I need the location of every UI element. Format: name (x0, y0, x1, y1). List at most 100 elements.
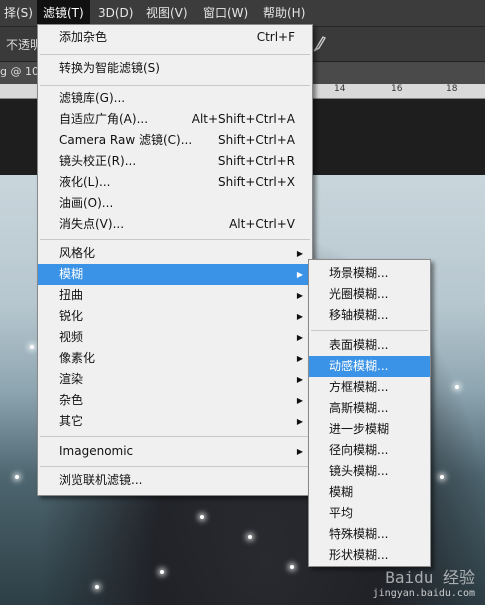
menu-item-shortcut: Ctrl+F (256, 30, 295, 44)
menu-filter[interactable]: 滤镜(T) (37, 0, 90, 26)
menu-item-label: 特殊模糊... (329, 527, 389, 541)
submenu-item-box-blur[interactable]: 方框模糊... (309, 377, 430, 398)
submenu-item-radial-blur[interactable]: 径向模糊... (309, 440, 430, 461)
menu-item-label: 动感模糊... (329, 359, 389, 373)
sparkle (248, 535, 252, 539)
menu-item-label: 场景模糊... (329, 266, 389, 280)
menu-item-stylize[interactable]: 风格化 ▶ (38, 243, 312, 264)
submenu-item-average[interactable]: 平均 (309, 503, 430, 524)
sparkle (160, 570, 164, 574)
menu-item-label: 转换为智能滤镜(S) (59, 61, 160, 75)
menu-3d[interactable]: 3D(D) (92, 0, 139, 26)
menu-item-label: 镜头模糊... (329, 464, 389, 478)
menu-item-label: 自适应广角(A)... (59, 112, 149, 126)
menu-item-label: 模糊 (59, 267, 84, 281)
submenu-item-surface-blur[interactable]: 表面模糊... (309, 335, 430, 356)
ruler-tick: 18 (446, 84, 458, 94)
sparkle (455, 385, 459, 389)
menu-item-filter-gallery[interactable]: 滤镜库(G)... (38, 88, 312, 109)
submenu-item-blur-more[interactable]: 进一步模糊 (309, 419, 430, 440)
submenu-item-tilt-shift[interactable]: 移轴模糊... (309, 305, 430, 326)
submenu-item-gaussian-blur[interactable]: 高斯模糊... (309, 398, 430, 419)
menu-separator (40, 239, 310, 240)
menu-bar: 择(S) 滤镜(T) 3D(D) 视图(V) 窗口(W) 帮助(H) (0, 0, 485, 27)
menu-item-liquify[interactable]: 液化(L)... Shift+Ctrl+X (38, 172, 312, 193)
menu-separator (40, 466, 310, 467)
menu-item-other[interactable]: 其它 ▶ (38, 411, 312, 432)
blur-submenu: 场景模糊... 光圈模糊... 移轴模糊... 表面模糊... 动感模糊... … (308, 259, 431, 567)
menu-separator (40, 436, 310, 437)
menu-select[interactable]: 择(S) (0, 0, 39, 26)
menu-item-noise[interactable]: 杂色 ▶ (38, 390, 312, 411)
menu-item-pixelate[interactable]: 像素化 ▶ (38, 348, 312, 369)
menu-item-sharpen[interactable]: 锐化 ▶ (38, 306, 312, 327)
menu-item-label: 风格化 (59, 246, 96, 260)
ruler-tick: 14 (334, 84, 346, 94)
menu-item-adaptive-wide-angle[interactable]: 自适应广角(A)... Alt+Shift+Ctrl+A (38, 109, 312, 130)
menu-item-shortcut: Shift+Ctrl+R (217, 154, 295, 168)
menu-separator (311, 330, 428, 331)
menu-item-label: 滤镜库(G)... (59, 91, 126, 105)
menu-separator (40, 85, 310, 86)
menu-item-vanishing-point[interactable]: 消失点(V)... Alt+Ctrl+V (38, 214, 312, 235)
menu-item-label: 光圈模糊... (329, 287, 389, 301)
submenu-item-lens-blur[interactable]: 镜头模糊... (309, 461, 430, 482)
menu-item-label: 添加杂色 (59, 30, 108, 44)
menu-item-render[interactable]: 渲染 ▶ (38, 369, 312, 390)
menu-item-label: 液化(L)... (59, 175, 111, 189)
menu-item-label: 其它 (59, 414, 84, 428)
submenu-item-field-blur[interactable]: 场景模糊... (309, 263, 430, 284)
menu-item-label: 形状模糊... (329, 548, 389, 562)
sparkle (95, 585, 99, 589)
menu-item-video[interactable]: 视频 ▶ (38, 327, 312, 348)
sparkle (200, 515, 204, 519)
menu-item-label: 浏览联机滤镜... (59, 473, 143, 487)
menu-item-label: 扭曲 (59, 288, 84, 302)
menu-item-label: 模糊 (329, 485, 354, 499)
menu-item-blur[interactable]: 模糊 ▶ (38, 264, 312, 285)
submenu-arrow-icon: ▶ (296, 249, 303, 258)
sparkle (440, 475, 444, 479)
submenu-item-blur[interactable]: 模糊 (309, 482, 430, 503)
sparkle (15, 475, 19, 479)
menu-item-label: 平均 (329, 506, 354, 520)
menu-item-label: Imagenomic (59, 444, 134, 458)
menu-help[interactable]: 帮助(H) (257, 0, 311, 26)
menu-item-label: 视频 (59, 330, 84, 344)
menu-item-distort[interactable]: 扭曲 ▶ (38, 285, 312, 306)
menu-item-label: 杂色 (59, 393, 84, 407)
menu-item-label: 径向模糊... (329, 443, 389, 457)
menu-item-imagenomic[interactable]: Imagenomic ▶ (38, 441, 312, 462)
submenu-arrow-icon: ▶ (296, 291, 303, 300)
submenu-arrow-icon: ▶ (296, 447, 303, 456)
menu-item-oil-paint[interactable]: 油画(O)... (38, 193, 312, 214)
menu-item-label: 移轴模糊... (329, 308, 389, 322)
submenu-arrow-icon: ▶ (296, 333, 303, 342)
menu-item-label: 油画(O)... (59, 196, 114, 210)
submenu-item-shape-blur[interactable]: 形状模糊... (309, 545, 430, 566)
menu-item-label: 像素化 (59, 351, 96, 365)
menu-item-label: 表面模糊... (329, 338, 389, 352)
menu-item-label: 锐化 (59, 309, 84, 323)
submenu-arrow-icon: ▶ (296, 417, 303, 426)
submenu-item-smart-blur[interactable]: 特殊模糊... (309, 524, 430, 545)
submenu-arrow-icon: ▶ (296, 375, 303, 384)
menu-window[interactable]: 窗口(W) (197, 0, 254, 26)
menu-item-browse-filters-online[interactable]: 浏览联机滤镜... (38, 470, 312, 491)
watermark-brand: Baidu 经验 (385, 568, 475, 587)
submenu-item-motion-blur[interactable]: 动感模糊... (309, 356, 430, 377)
menu-item-label: 渲染 (59, 372, 84, 386)
menu-item-shortcut: Shift+Ctrl+X (218, 175, 295, 189)
menu-item-last-filter[interactable]: 添加杂色 Ctrl+F (38, 27, 312, 48)
brush-icon[interactable] (312, 35, 326, 53)
document-tab[interactable]: g @ 10 (0, 65, 39, 78)
menu-item-shortcut: Alt+Shift+Ctrl+A (191, 112, 295, 126)
submenu-item-iris-blur[interactable]: 光圈模糊... (309, 284, 430, 305)
filter-menu: 添加杂色 Ctrl+F 转换为智能滤镜(S) 滤镜库(G)... 自适应广角(A… (37, 24, 313, 496)
menu-item-shortcut: Shift+Ctrl+A (218, 133, 295, 147)
menu-separator (40, 54, 310, 55)
menu-item-camera-raw[interactable]: Camera Raw 滤镜(C)... Shift+Ctrl+A (38, 130, 312, 151)
menu-item-convert-smart-filter[interactable]: 转换为智能滤镜(S) (38, 58, 312, 79)
menu-item-lens-correction[interactable]: 镜头校正(R)... Shift+Ctrl+R (38, 151, 312, 172)
menu-view[interactable]: 视图(V) (140, 0, 194, 26)
